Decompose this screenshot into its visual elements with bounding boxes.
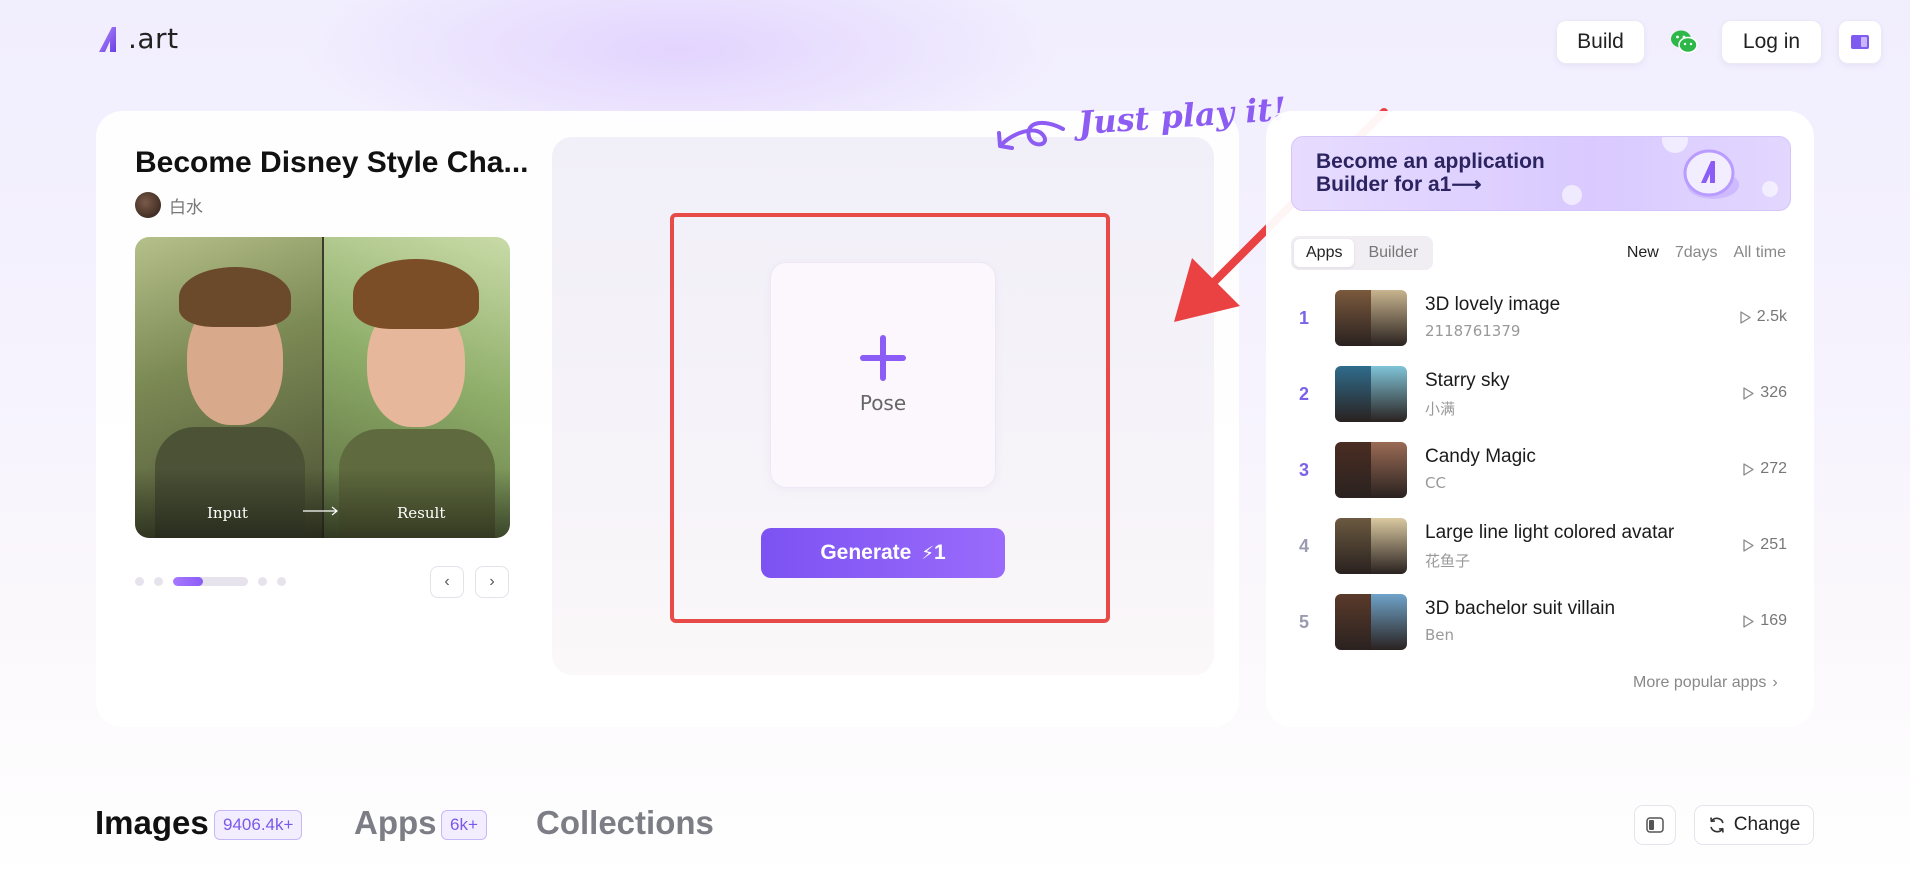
list-item[interactable]: 2 Starry sky 小满 326 bbox=[1291, 364, 1791, 440]
filter-new[interactable]: New bbox=[1627, 244, 1659, 262]
tab-apps[interactable]: Apps bbox=[1294, 239, 1355, 267]
app-thumbnail bbox=[1335, 290, 1407, 346]
play-icon bbox=[1743, 614, 1754, 628]
arrow-right-icon bbox=[303, 506, 338, 516]
refresh-icon bbox=[1709, 817, 1724, 833]
result-label: Result bbox=[397, 504, 446, 522]
play-count: 251 bbox=[1743, 536, 1787, 554]
plus-icon bbox=[860, 335, 906, 381]
logo-icon bbox=[99, 26, 116, 52]
promo-text: Become an application Builder for a1⟶ bbox=[1316, 150, 1545, 196]
app-name: Candy Magic bbox=[1425, 446, 1536, 467]
generate-label: Generate bbox=[820, 541, 912, 564]
chevron-right-icon: › bbox=[489, 573, 495, 590]
app-thumbnail bbox=[1335, 442, 1407, 498]
bolt-icon: ⚡︎ bbox=[921, 543, 934, 563]
app-thumbnail bbox=[1335, 594, 1407, 650]
rank-number: 3 bbox=[1299, 460, 1310, 480]
tab-images[interactable]: Images bbox=[95, 804, 209, 842]
carousel-dot[interactable] bbox=[277, 577, 286, 586]
app-author: Ben bbox=[1425, 626, 1455, 644]
builder-promo-banner[interactable]: Become an application Builder for a1⟶ bbox=[1291, 136, 1791, 211]
play-count: 326 bbox=[1743, 384, 1787, 402]
more-popular-apps-link[interactable]: More popular apps › bbox=[1633, 674, 1778, 692]
app-thumbnail bbox=[1335, 366, 1407, 422]
play-icon bbox=[1740, 310, 1751, 324]
play-icon bbox=[1743, 538, 1754, 552]
ranking-tabs[interactable]: Apps Builder bbox=[1291, 236, 1434, 270]
app-author: 小满 bbox=[1425, 400, 1456, 418]
apps-count-badge: 6k+ bbox=[441, 810, 487, 840]
app-author: 2118761379 bbox=[1425, 322, 1521, 340]
carousel-dot-active[interactable] bbox=[173, 577, 248, 586]
input-label: Input bbox=[207, 504, 248, 522]
app-name: Large line light colored avatar bbox=[1425, 522, 1675, 543]
list-item[interactable]: 4 Large line light colored avatar 花鱼子 25… bbox=[1291, 516, 1791, 592]
chevron-left-icon: ‹ bbox=[444, 573, 450, 590]
carousel-next-button[interactable]: › bbox=[475, 566, 509, 598]
coin-icon bbox=[1683, 149, 1739, 199]
chevron-right-icon: › bbox=[1772, 674, 1778, 691]
sidebar-toggle-button[interactable] bbox=[1838, 20, 1882, 64]
carousel-dot[interactable] bbox=[258, 577, 267, 586]
curl-arrow-icon bbox=[997, 120, 1065, 150]
carousel-prev-button[interactable]: ‹ bbox=[430, 566, 464, 598]
app-thumbnail bbox=[1335, 518, 1407, 574]
carousel-dot[interactable] bbox=[154, 577, 163, 586]
list-item[interactable]: 3 Candy Magic CC 272 bbox=[1291, 440, 1791, 516]
play-icon bbox=[1743, 386, 1754, 400]
panel-icon bbox=[1851, 35, 1869, 49]
app-author: CC bbox=[1425, 474, 1446, 492]
rank-number: 5 bbox=[1299, 612, 1310, 632]
app-author[interactable]: 白水 bbox=[135, 192, 203, 218]
logo-text: .art bbox=[128, 22, 179, 55]
ranking-list: 1 3D lovely image 2118761379 2.5k 2 Star… bbox=[1291, 288, 1791, 668]
app-name: Starry sky bbox=[1425, 370, 1510, 391]
tab-builder[interactable]: Builder bbox=[1356, 239, 1430, 267]
login-button[interactable]: Log in bbox=[1721, 20, 1822, 64]
app-title[interactable]: Become Disney Style Cha... bbox=[135, 146, 529, 180]
tab-apps[interactable]: Apps bbox=[354, 804, 437, 842]
time-filters[interactable]: New 7days All time bbox=[1627, 244, 1786, 262]
credit-cost: ⚡︎1 bbox=[921, 541, 946, 564]
wechat-icon[interactable] bbox=[1669, 28, 1699, 56]
list-item[interactable]: 5 3D bachelor suit villain Ben 169 bbox=[1291, 592, 1791, 668]
play-count: 169 bbox=[1743, 612, 1787, 630]
play-count: 2.5k bbox=[1740, 308, 1787, 326]
author-avatar bbox=[135, 192, 161, 218]
rank-number: 2 bbox=[1299, 384, 1310, 404]
upload-label: Pose bbox=[859, 391, 907, 415]
build-button[interactable]: Build bbox=[1556, 20, 1645, 64]
layout-toggle-button[interactable] bbox=[1634, 805, 1676, 845]
carousel-indicator[interactable] bbox=[135, 577, 286, 586]
images-count-badge: 9406.4k+ bbox=[214, 810, 303, 840]
app-author: 花鱼子 bbox=[1425, 552, 1471, 570]
tab-collections[interactable]: Collections bbox=[536, 804, 714, 842]
example-preview-image: Input Result bbox=[135, 237, 510, 538]
layout-icon bbox=[1646, 817, 1664, 833]
author-name: 白水 bbox=[169, 197, 203, 218]
pose-upload[interactable]: Pose bbox=[770, 262, 996, 488]
logo[interactable]: .art bbox=[96, 22, 179, 55]
filter-all-time[interactable]: All time bbox=[1734, 244, 1786, 262]
list-item[interactable]: 1 3D lovely image 2118761379 2.5k bbox=[1291, 288, 1791, 364]
carousel-dot[interactable] bbox=[135, 577, 144, 586]
play-count: 272 bbox=[1743, 460, 1787, 478]
rank-number: 1 bbox=[1299, 308, 1310, 328]
filter-7days[interactable]: 7days bbox=[1675, 244, 1718, 262]
generate-button[interactable]: Generate ⚡︎1 bbox=[761, 528, 1005, 578]
app-name: 3D bachelor suit villain bbox=[1425, 598, 1616, 619]
play-icon bbox=[1743, 462, 1754, 476]
rank-number: 4 bbox=[1299, 536, 1310, 556]
change-button[interactable]: Change bbox=[1694, 805, 1814, 845]
app-name: 3D lovely image bbox=[1425, 294, 1561, 315]
